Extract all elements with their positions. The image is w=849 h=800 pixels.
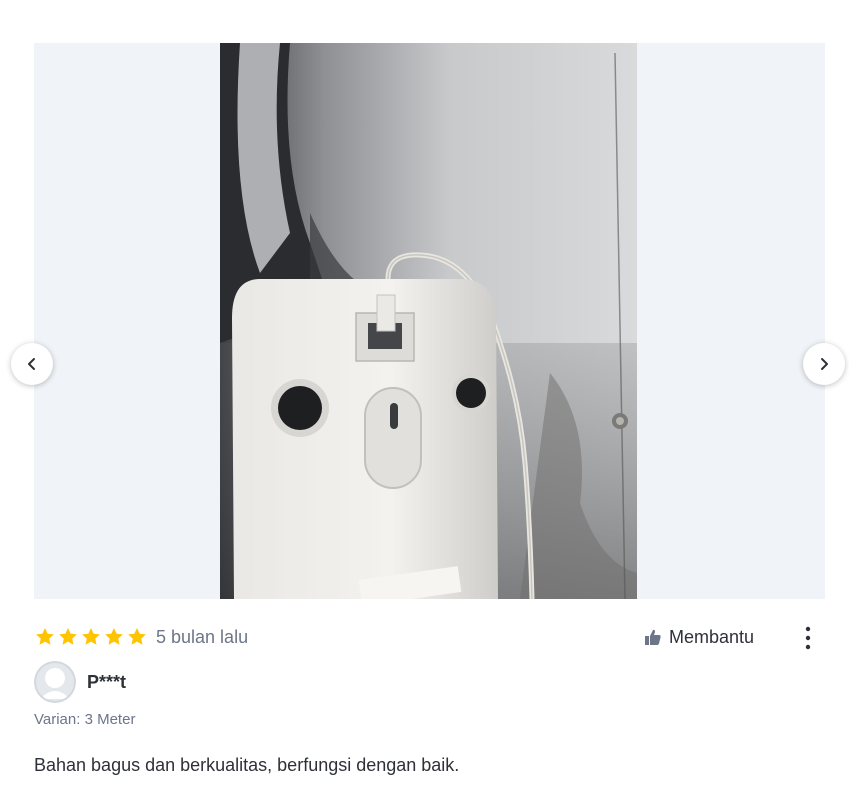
review-photo[interactable] [220, 43, 637, 599]
chevron-left-icon [28, 358, 35, 370]
star-icon [36, 628, 54, 645]
helpful-button[interactable]: Membantu [644, 624, 754, 650]
reviewer: P***t [34, 661, 126, 703]
more-options-button[interactable] [798, 624, 818, 652]
product-variant: Varian: 3 Meter [34, 711, 136, 728]
review-image-gallery [11, 43, 845, 599]
review-time: 5 bulan lalu [156, 626, 249, 647]
helpful-label: Membantu [669, 626, 755, 647]
thumbs-up-icon [645, 629, 661, 645]
avatar [34, 661, 76, 703]
reviewer-name: P***t [87, 671, 127, 692]
star-icon [105, 628, 123, 645]
user-placeholder-icon [34, 661, 76, 703]
review-text: Bahan bagus dan berkualitas, berfungsi d… [34, 755, 460, 775]
gallery-next-button[interactable] [803, 343, 845, 385]
kebab-menu-icon [805, 626, 811, 650]
gallery-prev-button[interactable] [11, 343, 53, 385]
star-icon [128, 628, 146, 645]
chevron-right-icon [821, 358, 828, 370]
star-icon [82, 628, 100, 645]
star-icon [59, 628, 77, 645]
star-rating [34, 626, 148, 648]
review-meta: 5 bulan lalu [34, 624, 248, 650]
